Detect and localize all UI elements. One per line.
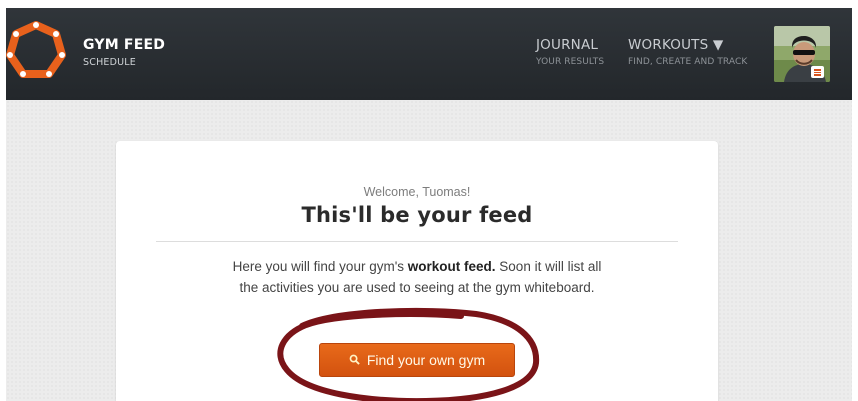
nav-workouts-dropdown[interactable]: WORKOUTS ▼ FIND, CREATE AND TRACK [628, 37, 747, 67]
description-text-before: Here you will find your gym's [232, 259, 408, 274]
brand-title: GYM FEED [83, 37, 166, 53]
search-icon [349, 354, 360, 366]
description-bold: workout feed. [407, 259, 496, 274]
feed-card: Welcome, Tuomas! This'll be your feed He… [116, 141, 718, 401]
nav-workouts-sublabel: FIND, CREATE AND TRACK [628, 57, 748, 67]
brand-link[interactable]: GYM FEED SCHEDULE [83, 37, 165, 68]
find-button-label: Find your own gym [366, 352, 486, 368]
menu-icon[interactable] [811, 66, 824, 78]
welcome-message: Welcome, Tuomas! [363, 185, 471, 199]
feed-title: This'll be your feed [301, 203, 533, 227]
nav-journal-label: JOURNAL [536, 37, 599, 53]
nav-workouts-label: WORKOUTS ▼ [628, 37, 724, 53]
gym-feed-logo-icon[interactable] [6, 19, 66, 85]
brand-subtitle: SCHEDULE [83, 57, 136, 68]
nav-journal-sublabel: YOUR RESULTS [536, 57, 605, 67]
page: GYM FEED SCHEDULE JOURNAL YOUR RESULTS W… [6, 8, 852, 401]
divider [156, 241, 678, 242]
user-avatar[interactable] [774, 26, 830, 82]
nav-journal[interactable]: JOURNAL YOUR RESULTS [536, 37, 604, 67]
feed-description: Here you will find your gym's workout fe… [232, 256, 602, 298]
find-your-own-gym-button[interactable]: Find your own gym [319, 343, 515, 377]
top-navbar: GYM FEED SCHEDULE JOURNAL YOUR RESULTS W… [6, 8, 852, 100]
